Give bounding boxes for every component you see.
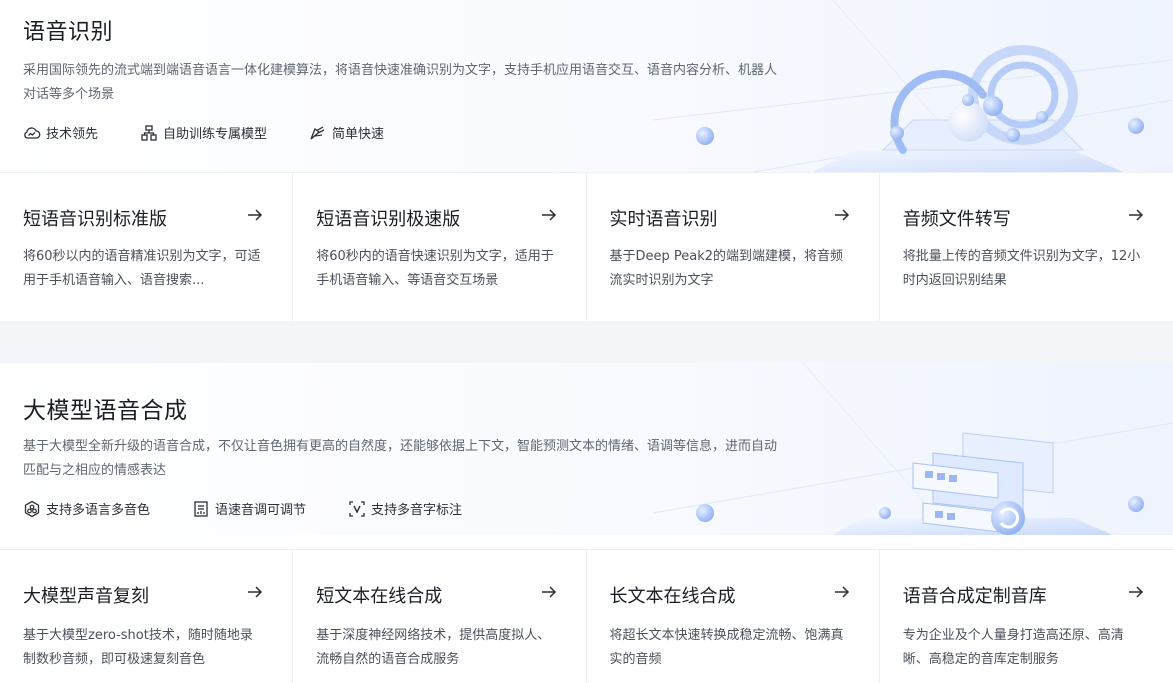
feature-label: 支持多音字标注 (371, 503, 463, 518)
tts-section: 大模型语音合成 基于大模型全新升级的语音合成，不仅让音色拥有更高的自然度，还能够… (0, 363, 1173, 683)
card-long-text-tts[interactable]: 长文本在线合成 将超长文本快速转换成稳定流畅、饱满真实的音频 (586, 550, 880, 683)
arrow-right-icon[interactable] (833, 583, 851, 601)
arrow-right-icon[interactable] (246, 206, 264, 224)
card-description: 专为企业及个人量身打造高还原、高清晰、高稳定的音库定制服务 (902, 628, 1124, 667)
card-title: 短文本在线合成 (316, 586, 443, 607)
arrow-right-icon[interactable] (1127, 206, 1145, 224)
feature-speed-pitch: 语速音调可调节 (192, 499, 306, 518)
card-description: 将60秒以内的语音精准识别为文字，可适用于手机语音输入、语音搜索... (23, 249, 261, 288)
card-description: 基于Deep Peak2的端到端建模，将音频流实时识别为文字 (609, 249, 844, 288)
card-title: 实时语音识别 (609, 209, 718, 230)
tts-product-cards: 大模型声音复刻 基于大模型zero-shot技术，随时随地录制数秒音频，即可极速… (0, 549, 1173, 683)
arrow-right-icon[interactable] (540, 206, 558, 224)
card-description: 将批量上传的音频文件识别为文字，12小时内返回识别结果 (902, 249, 1141, 288)
feature-polyphone: 支持多音字标注 (348, 499, 462, 518)
feature-label: 技术领先 (46, 127, 99, 142)
card-voice-clone[interactable]: 大模型声音复刻 基于大模型zero-shot技术，随时随地录制数秒音频，即可极速… (0, 550, 294, 683)
arrow-right-icon[interactable] (246, 583, 264, 601)
feature-list: 技术领先 自助训练专属模型 简单快速 (23, 123, 426, 142)
card-short-speech-standard[interactable]: 短语音识别标准版 将60秒以内的语音精准识别为文字，可适用于手机语音输入、语音搜… (0, 173, 294, 321)
card-title: 语音合成定制音库 (902, 586, 1047, 607)
card-title: 长文本在线合成 (609, 586, 736, 607)
speed-adjust-icon (192, 500, 210, 518)
feature-simple-fast: 简单快速 (309, 123, 384, 142)
card-description: 基于深度神经网络技术，提供高度拟人、流畅自然的语音合成服务 (316, 628, 551, 667)
feature-multilang: 支持多语言多音色 (23, 499, 150, 518)
page-title: 语音识别 (23, 20, 114, 45)
feature-list: 支持多语言多音色 语速音调可调节 支持多音字标注 (23, 499, 504, 518)
feature-custom-model: 自助训练专属模型 (140, 123, 267, 142)
card-title: 音频文件转写 (902, 209, 1011, 230)
card-title: 短语音识别标准版 (23, 209, 167, 230)
model-training-icon (140, 124, 158, 142)
feature-label: 语速音调可调节 (215, 503, 307, 518)
card-short-speech-fast[interactable]: 短语音识别极速版 将60秒内的语音快速识别为文字，适用于手机语音输入、等语音交互… (293, 173, 587, 321)
arrow-right-icon[interactable] (1127, 583, 1145, 601)
card-description: 将超长文本快速转换成稳定流畅、饱满真实的音频 (609, 628, 844, 667)
section-title: 大模型语音合成 (23, 398, 188, 424)
feature-label: 简单快速 (332, 127, 385, 142)
card-audio-file-transcription[interactable]: 音频文件转写 将批量上传的音频文件识别为文字，12小时内返回识别结果 (879, 173, 1173, 321)
section-description: 基于大模型全新升级的语音合成，不仅让音色拥有更高的自然度，还能够依据上下文，智能… (23, 439, 778, 478)
card-description: 将60秒内的语音快速识别为文字，适用于手机语音输入、等语音交互场景 (316, 249, 554, 288)
card-description: 基于大模型zero-shot技术，随时随地录制数秒音频，即可极速复刻音色 (23, 628, 253, 667)
polyphone-icon (348, 500, 366, 518)
speech-product-cards: 短语音识别标准版 将60秒以内的语音精准识别为文字，可适用于手机语音输入、语音搜… (0, 172, 1173, 321)
speech-recognition-section: 语音识别 采用国际领先的流式端到端语音语言一体化建模算法，将语音快速准确识别为文… (0, 0, 1173, 321)
card-short-text-tts[interactable]: 短文本在线合成 基于深度神经网络技术，提供高度拟人、流畅自然的语音合成服务 (293, 550, 587, 683)
feature-label: 自助训练专属模型 (163, 127, 268, 142)
card-custom-voice-library[interactable]: 语音合成定制音库 专为企业及个人量身打造高还原、高清晰、高稳定的音库定制服务 (879, 550, 1173, 683)
arrow-right-icon[interactable] (540, 583, 558, 601)
feature-tech-leading: 技术领先 (23, 123, 98, 142)
cloud-wave-icon (23, 124, 41, 142)
multilang-icon (23, 500, 41, 518)
fast-pen-icon (309, 124, 327, 142)
tts-hero: 大模型语音合成 基于大模型全新升级的语音合成，不仅让音色拥有更高的自然度，还能够… (0, 363, 1173, 535)
arrow-right-icon[interactable] (833, 206, 851, 224)
card-title: 大模型声音复刻 (23, 586, 149, 607)
card-realtime-speech[interactable]: 实时语音识别 基于Deep Peak2的端到端建模，将音频流实时识别为文字 (586, 173, 880, 321)
section-description: 采用国际领先的流式端到端语音语言一体化建模算法，将语音快速准确识别为文字，支持手… (23, 63, 778, 102)
card-title: 短语音识别极速版 (316, 209, 461, 230)
speech-recognition-hero: 语音识别 采用国际领先的流式端到端语音语言一体化建模算法，将语音快速准确识别为文… (0, 0, 1173, 172)
feature-label: 支持多语言多音色 (46, 503, 151, 518)
